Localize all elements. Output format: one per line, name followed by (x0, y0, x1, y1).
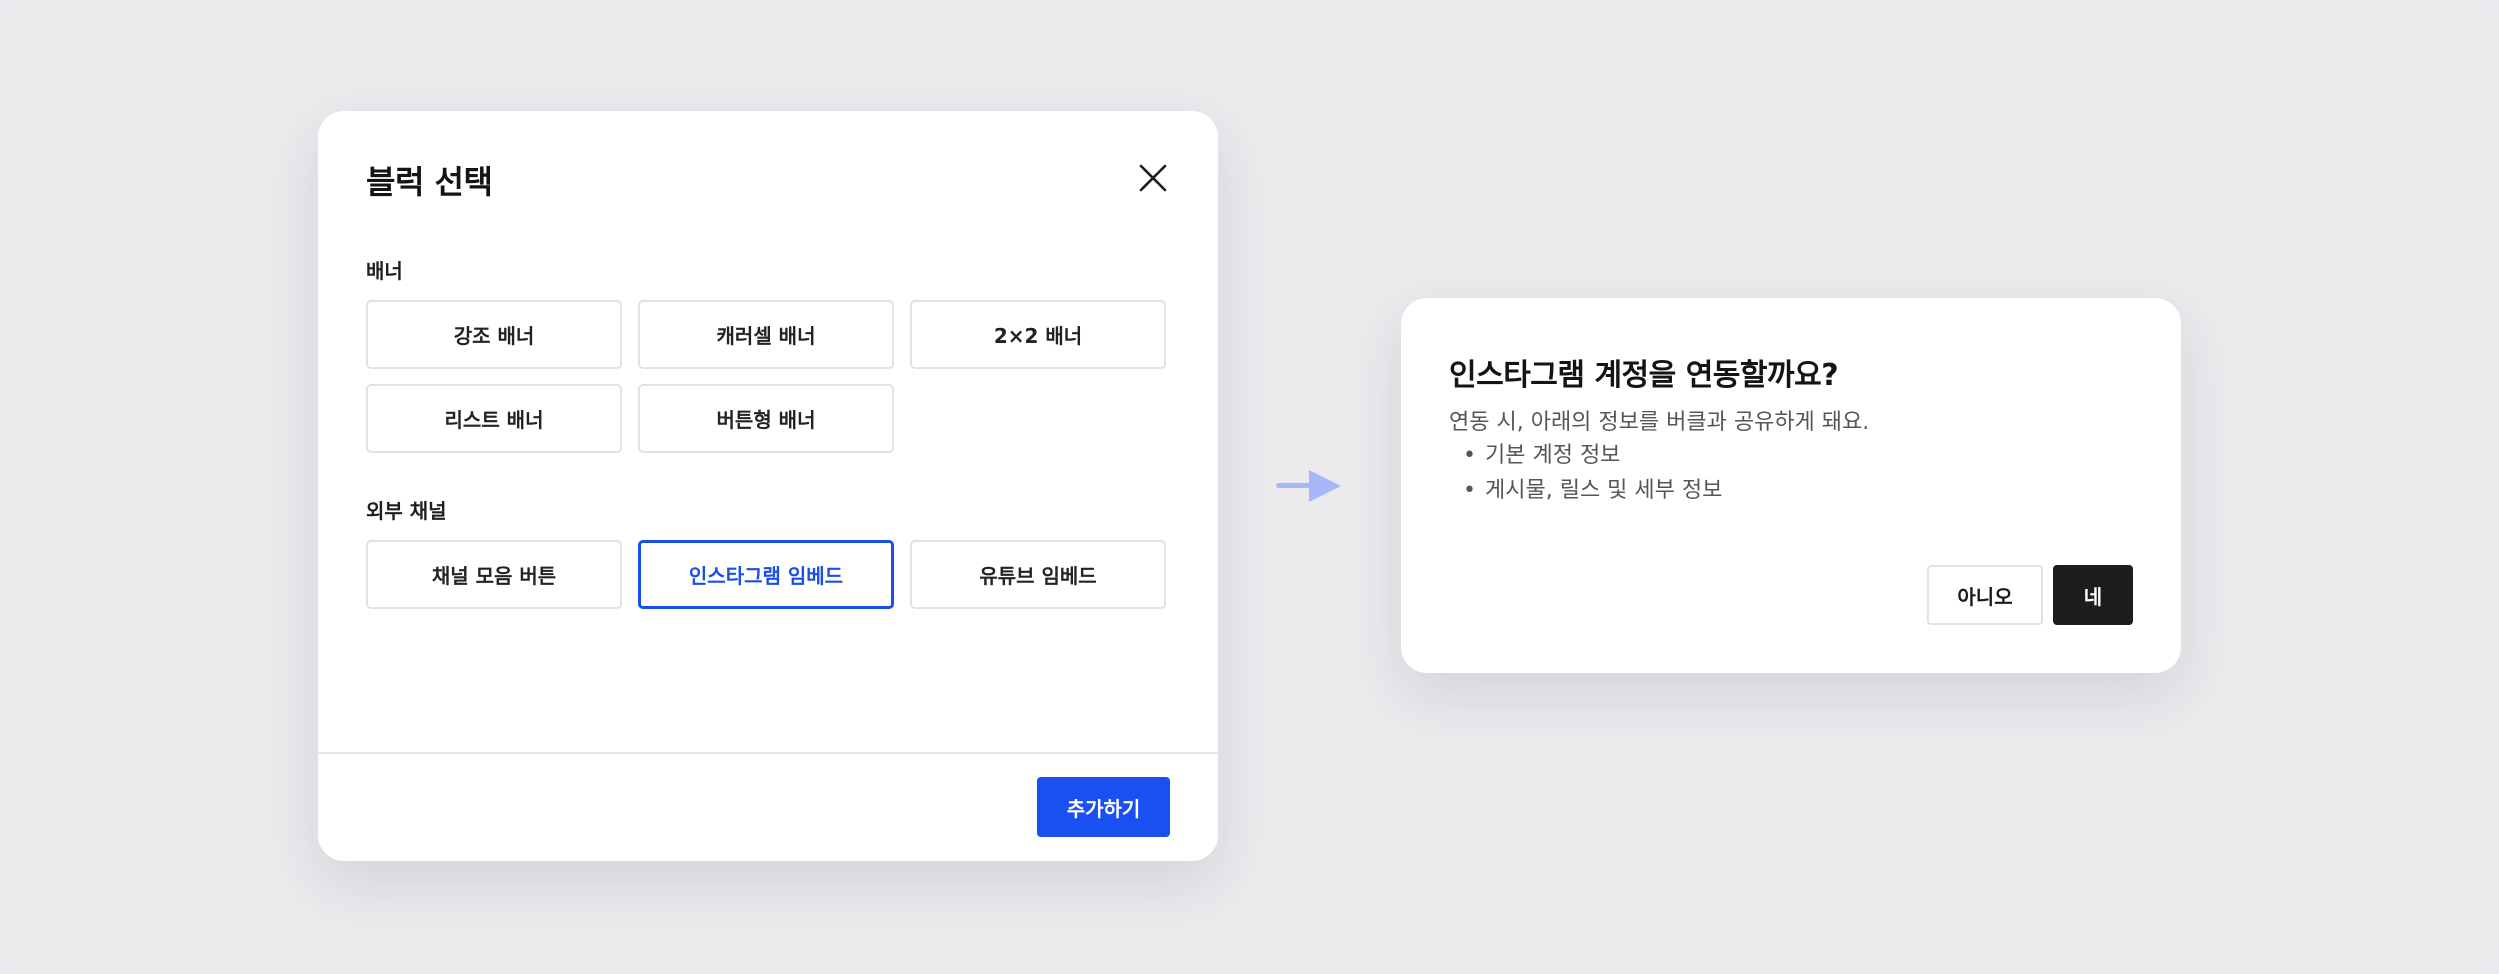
list-item-text: 기본 계정 정보 (1485, 443, 1621, 468)
canvas: 블럭 선택 배너 강조 배너 캐러셀 배너 2×2 배너 리스트 배너 버튼형 … (0, 0, 2499, 974)
option-youtube-embed[interactable]: 유튜브 임베드 (910, 540, 1166, 609)
dialog-title: 인스타그램 계정을 연동할까요? (1449, 358, 1839, 393)
modal-title: 블럭 선택 (366, 163, 493, 201)
no-button[interactable]: 아니오 (1927, 565, 2043, 625)
option-button-banner[interactable]: 버튼형 배너 (638, 384, 894, 453)
option-emphasis-banner[interactable]: 강조 배너 (366, 300, 622, 369)
dialog-info-list: • 기본 계정 정보 • 게시물, 릴스 및 세부 정보 (1449, 438, 1722, 508)
footer-divider (318, 752, 1218, 754)
option-2x2-banner[interactable]: 2×2 배너 (910, 300, 1166, 369)
option-instagram-embed[interactable]: 인스타그램 임베드 (638, 540, 894, 609)
option-carousel-banner[interactable]: 캐러셀 배너 (638, 300, 894, 369)
close-icon[interactable] (1136, 161, 1170, 195)
option-channel-buttons[interactable]: 채널 모음 버튼 (366, 540, 622, 609)
list-item: • 기본 계정 정보 (1449, 438, 1722, 473)
section-label-external-channel: 외부 채널 (366, 499, 447, 523)
list-item: • 게시물, 릴스 및 세부 정보 (1449, 473, 1722, 508)
yes-button[interactable]: 네 (2053, 565, 2133, 625)
bullet: • (1463, 443, 1476, 468)
dialog-description: 연동 시, 아래의 정보를 버클과 공유하게 돼요. (1449, 410, 1870, 435)
block-picker-modal: 블럭 선택 배너 강조 배너 캐러셀 배너 2×2 배너 리스트 배너 버튼형 … (318, 111, 1218, 861)
section-label-banner: 배너 (366, 259, 403, 283)
arrow-right-icon (1276, 470, 1341, 502)
add-button[interactable]: 추가하기 (1037, 777, 1170, 837)
option-list-banner[interactable]: 리스트 배너 (366, 384, 622, 453)
bullet: • (1463, 478, 1476, 503)
list-item-text: 게시물, 릴스 및 세부 정보 (1485, 478, 1723, 503)
instagram-connect-dialog: 인스타그램 계정을 연동할까요? 연동 시, 아래의 정보를 버클과 공유하게 … (1401, 298, 2181, 673)
